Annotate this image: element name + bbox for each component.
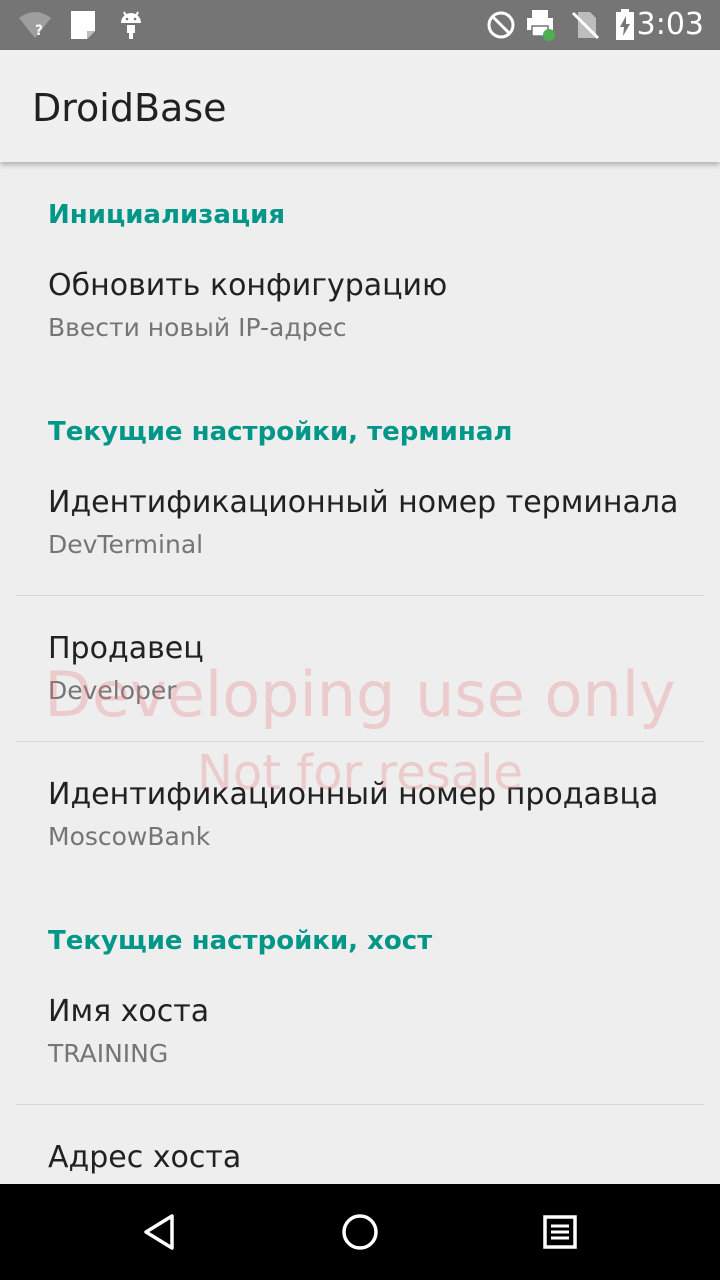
pref-terminal-id[interactable]: Идентификационный номер терминала DevTer… [48, 485, 704, 559]
status-clock: 3:03 [636, 7, 704, 42]
no-sim-icon [568, 8, 602, 42]
app-title: DroidBase [32, 86, 227, 130]
pref-title: Адрес хоста [48, 1140, 242, 1175]
navigation-bar [0, 1184, 720, 1280]
status-bar: ? 3:03 [0, 0, 720, 50]
category-header-terminal: Текущие настройки, терминал [48, 417, 513, 447]
pref-title: Идентификационный номер терминала [48, 485, 679, 520]
home-icon[interactable] [330, 1202, 390, 1262]
pref-host-name[interactable]: Имя хоста TRAINING [48, 994, 704, 1068]
settings-list[interactable]: Инициализация Обновить конфигурацию Ввес… [0, 162, 720, 1184]
divider [16, 595, 704, 596]
svg-text:?: ? [35, 23, 43, 39]
printer-icon [524, 8, 558, 42]
wifi-question-icon: ? [18, 8, 52, 42]
category-header-host: Текущие настройки, хост [48, 926, 433, 956]
android-icon [114, 8, 148, 42]
divider [16, 1104, 704, 1105]
do-not-disturb-icon [484, 8, 518, 42]
back-icon[interactable] [130, 1202, 190, 1262]
pref-title: Обновить конфигурацию [48, 268, 448, 303]
pref-title: Идентификационный номер продавца [48, 777, 659, 812]
pref-summary: TRAINING [48, 1039, 169, 1068]
recents-icon[interactable] [530, 1202, 590, 1262]
pref-update-config[interactable]: Обновить конфигурацию Ввести новый IP-ад… [48, 268, 704, 342]
divider [16, 741, 704, 742]
pref-host-address[interactable]: Адрес хоста [48, 1140, 704, 1175]
notification-card-icon [66, 8, 100, 42]
pref-summary: Developer [48, 676, 177, 705]
pref-summary: MoscowBank [48, 822, 211, 851]
pref-merchant[interactable]: Продавец Developer [48, 631, 704, 705]
pref-summary: Ввести новый IP-адрес [48, 313, 347, 342]
app-bar: DroidBase [0, 50, 720, 162]
pref-title: Имя хоста [48, 994, 210, 1029]
pref-title: Продавец [48, 631, 204, 666]
pref-summary: DevTerminal [48, 530, 204, 559]
category-header-init: Инициализация [48, 200, 286, 230]
pref-merchant-id[interactable]: Идентификационный номер продавца MoscowB… [48, 777, 704, 851]
